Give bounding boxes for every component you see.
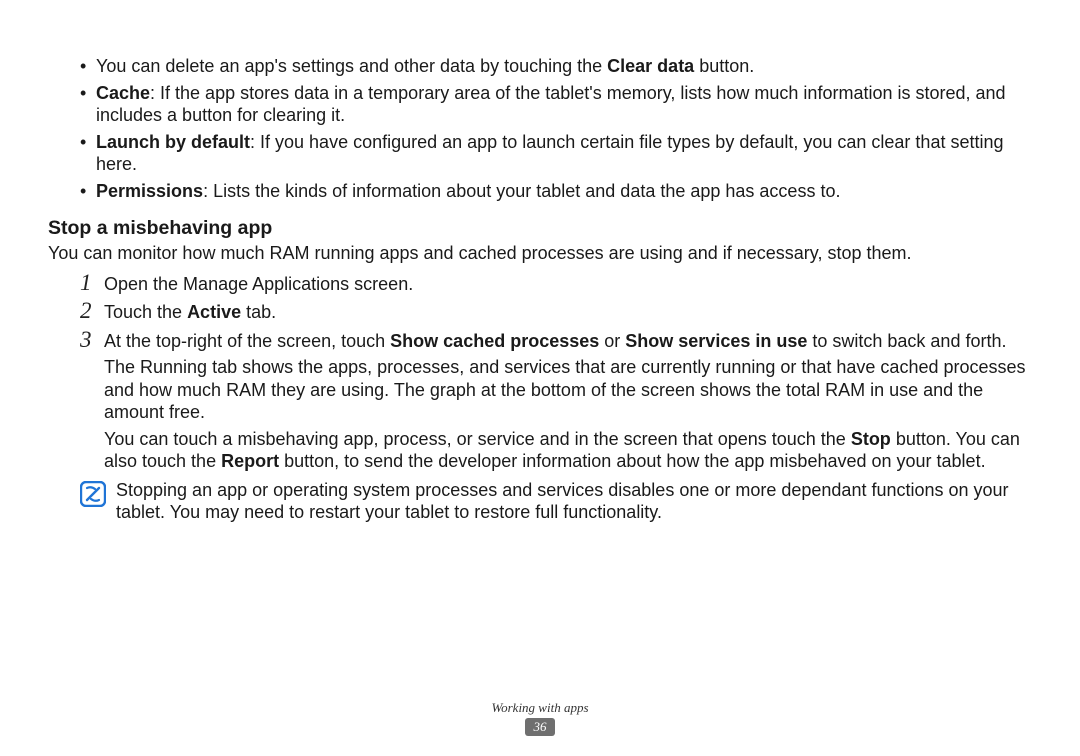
bold-term: Report: [221, 451, 279, 471]
page-footer: Working with apps 36: [0, 700, 1080, 736]
text: : If the app stores data in a temporary …: [96, 83, 1006, 126]
step-1: 1 Open the Manage Applications screen.: [80, 273, 1032, 296]
note-text: Stopping an app or operating system proc…: [116, 479, 1032, 524]
step-number: 2: [80, 297, 100, 326]
text: tab.: [241, 302, 276, 322]
bold-term: Cache: [96, 83, 150, 103]
bullet-clear-data: You can delete an app's settings and oth…: [80, 55, 1032, 78]
text: You can touch a misbehaving app, process…: [104, 429, 851, 449]
note-icon: [80, 481, 106, 507]
bold-term: Stop: [851, 429, 891, 449]
step-number: 3: [80, 326, 100, 355]
text: Open the Manage Applications screen.: [104, 273, 1032, 296]
section-heading: Stop a misbehaving app: [48, 216, 1032, 240]
step-2: 2 Touch the Active tab.: [80, 301, 1032, 324]
note-block: Stopping an app or operating system proc…: [48, 479, 1032, 524]
text: button.: [694, 56, 754, 76]
bold-term: Show services in use: [625, 331, 807, 351]
bullet-launch-by-default: Launch by default: If you have configure…: [80, 131, 1032, 176]
bullet-permissions: Permissions: Lists the kinds of informat…: [80, 180, 1032, 203]
text: Touch the: [104, 302, 187, 322]
text: to switch back and forth.: [807, 331, 1006, 351]
text: Touch the Active tab.: [104, 301, 1032, 324]
content-area: You can delete an app's settings and oth…: [48, 55, 1032, 524]
step-body: At the top-right of the screen, touch Sh…: [104, 330, 1032, 473]
text: You can touch a misbehaving app, process…: [104, 428, 1032, 473]
bold-term: Clear data: [607, 56, 694, 76]
step-body: Touch the Active tab.: [104, 301, 1032, 324]
feature-bullet-list: You can delete an app's settings and oth…: [48, 55, 1032, 202]
text: The Running tab shows the apps, processe…: [104, 356, 1032, 424]
footer-section-title: Working with apps: [0, 700, 1080, 716]
step-body: Open the Manage Applications screen.: [104, 273, 1032, 296]
step-3: 3 At the top-right of the screen, touch …: [80, 330, 1032, 473]
steps-list: 1 Open the Manage Applications screen. 2…: [48, 273, 1032, 473]
text: At the top-right of the screen, touch Sh…: [104, 330, 1032, 353]
text: : Lists the kinds of information about y…: [203, 181, 840, 201]
text: You can delete an app's settings and oth…: [96, 56, 607, 76]
bold-term: Show cached processes: [390, 331, 599, 351]
bold-term: Launch by default: [96, 132, 250, 152]
text: or: [599, 331, 625, 351]
text: At the top-right of the screen, touch: [104, 331, 390, 351]
bold-term: Active: [187, 302, 241, 322]
bold-term: Permissions: [96, 181, 203, 201]
page-number-badge: 36: [525, 718, 555, 736]
section-intro: You can monitor how much RAM running app…: [48, 242, 1032, 265]
text: button, to send the developer informatio…: [279, 451, 985, 471]
step-number: 1: [80, 269, 100, 298]
bullet-cache: Cache: If the app stores data in a tempo…: [80, 82, 1032, 127]
page-container: You can delete an app's settings and oth…: [0, 0, 1080, 756]
